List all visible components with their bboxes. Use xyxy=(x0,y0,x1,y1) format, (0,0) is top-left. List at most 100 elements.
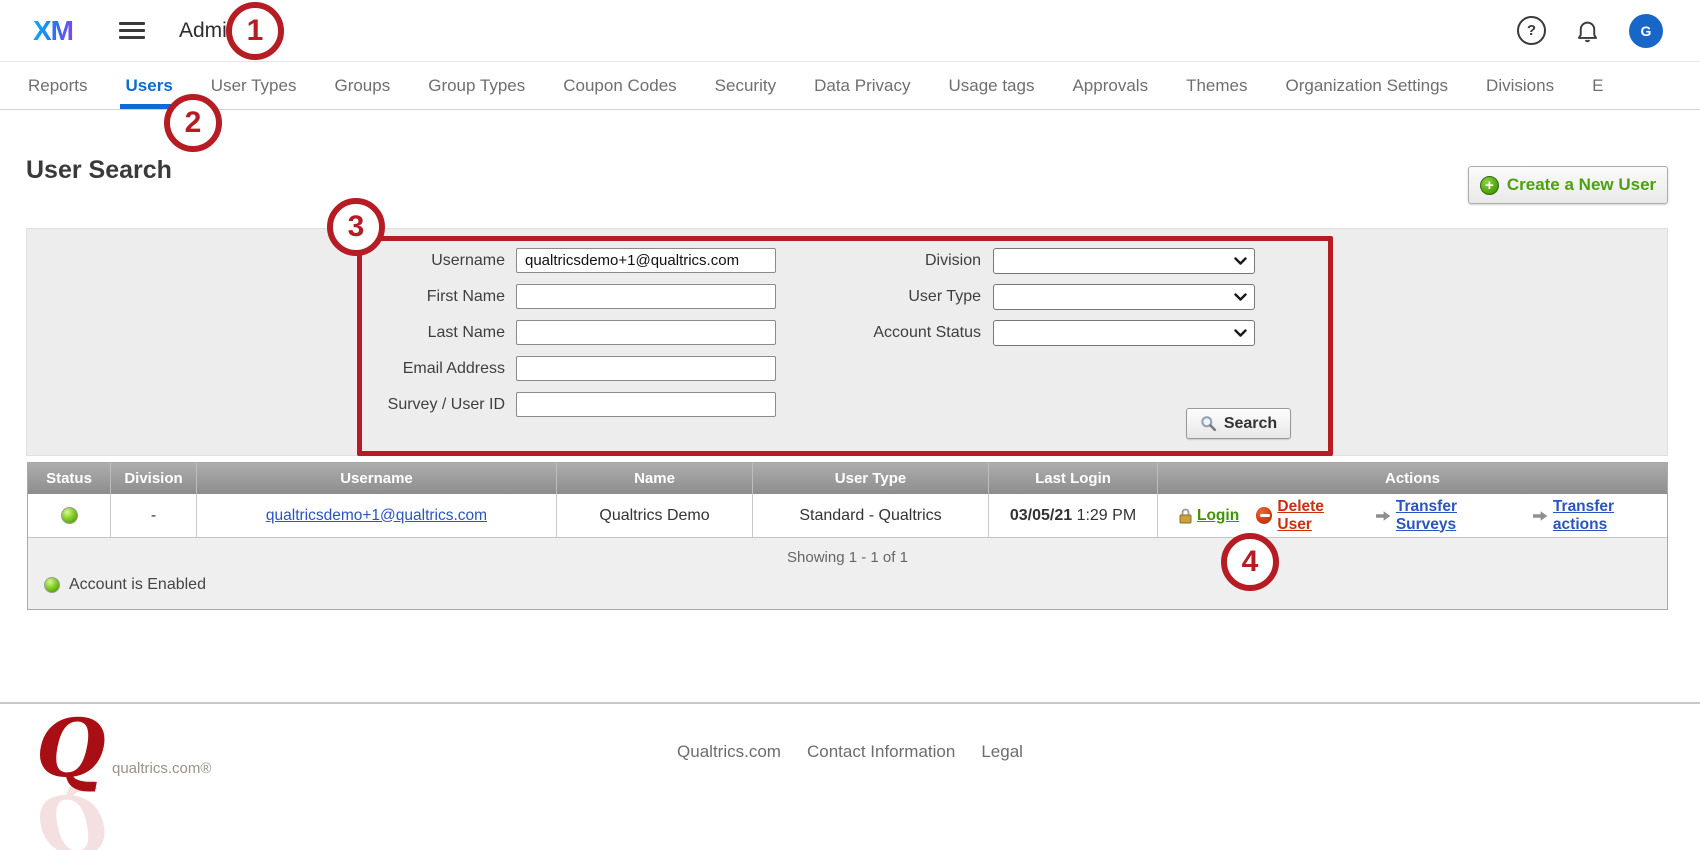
search-button-label: Search xyxy=(1224,415,1277,433)
division-cell: - xyxy=(111,494,197,537)
hamburger-menu-icon[interactable] xyxy=(119,22,145,39)
division-select[interactable] xyxy=(993,248,1255,274)
table-header-row: Status Division Username Name User Type … xyxy=(28,463,1667,494)
table-row: - qualtricsdemo+1@qualtrics.com Qualtric… xyxy=(28,494,1667,538)
showing-count: Showing 1 - 1 of 1 xyxy=(28,549,1667,566)
qualtrics-logo-text: qualtrics.com® xyxy=(112,760,211,777)
annotation-circle-2: 2 xyxy=(164,94,222,152)
transfer-actions-action[interactable]: Transfer actions xyxy=(1533,498,1667,534)
account-enabled-legend-icon xyxy=(44,577,60,593)
tab-users[interactable]: Users xyxy=(126,62,173,109)
tab-user-types[interactable]: User Types xyxy=(211,62,297,109)
column-header-user-type: User Type xyxy=(753,463,989,494)
tab-group-types[interactable]: Group Types xyxy=(428,62,525,109)
transfer-surveys-action[interactable]: Transfer Surveys xyxy=(1376,498,1516,534)
arrow-right-icon xyxy=(1376,510,1391,522)
footer-link-qualtrics[interactable]: Qualtrics.com xyxy=(677,742,781,762)
delete-user-link[interactable]: Delete User xyxy=(1277,498,1358,534)
user-type-cell: Standard - Qualtrics xyxy=(753,494,989,537)
name-cell: Qualtrics Demo xyxy=(557,494,753,537)
site-footer: Q Q qualtrics.com® Qualtrics.com Contact… xyxy=(0,702,1700,850)
qualtrics-logo-reflection: Q xyxy=(36,784,106,850)
column-header-name: Name xyxy=(557,463,753,494)
column-header-last-login: Last Login xyxy=(989,463,1158,494)
first-name-label: First Name xyxy=(27,288,505,306)
admin-user-search-page: XM Admin ? G Reports Users User Types Gr… xyxy=(0,0,1700,850)
annotation-circle-1: 1 xyxy=(226,2,284,60)
account-enabled-status-icon xyxy=(61,507,78,524)
user-results-table: Status Division Username Name User Type … xyxy=(27,462,1668,610)
tab-truncated[interactable]: E xyxy=(1592,62,1603,109)
table-footer: Showing 1 - 1 of 1 Account is Enabled xyxy=(28,538,1667,609)
username-label: Username xyxy=(27,252,505,270)
tab-divisions[interactable]: Divisions xyxy=(1486,62,1554,109)
user-search-panel: Username First Name Last Name Email Addr… xyxy=(26,228,1668,456)
footer-links: Qualtrics.com Contact Information Legal xyxy=(0,742,1700,762)
username-input[interactable] xyxy=(516,248,776,273)
minus-circle-icon xyxy=(1256,507,1272,524)
email-address-input[interactable] xyxy=(516,356,776,381)
last-name-label: Last Name xyxy=(27,324,505,342)
last-name-input[interactable] xyxy=(516,320,776,345)
admin-nav-tabs: Reports Users User Types Groups Group Ty… xyxy=(0,62,1700,110)
last-login-cell: 03/05/21 1:29 PM xyxy=(989,494,1158,537)
xm-logo[interactable]: XM xyxy=(33,15,73,47)
last-login-time: 1:29 PM xyxy=(1077,507,1137,525)
first-name-input[interactable] xyxy=(516,284,776,309)
chevron-down-icon xyxy=(1234,256,1247,266)
tab-coupon-codes[interactable]: Coupon Codes xyxy=(563,62,676,109)
padlock-icon xyxy=(1179,508,1192,524)
arrow-right-icon xyxy=(1533,510,1548,522)
division-label: Division xyxy=(781,252,981,270)
column-header-username: Username xyxy=(197,463,557,494)
annotation-circle-4: 4 xyxy=(1221,533,1279,591)
chevron-down-icon xyxy=(1234,292,1247,302)
tab-usage-tags[interactable]: Usage tags xyxy=(948,62,1034,109)
account-status-label: Account Status xyxy=(781,324,981,342)
status-legend-label: Account is Enabled xyxy=(69,576,206,594)
login-action[interactable]: Login xyxy=(1179,507,1239,525)
annotation-circle-3: 3 xyxy=(327,198,385,256)
user-type-select[interactable] xyxy=(993,284,1255,310)
tab-themes[interactable]: Themes xyxy=(1186,62,1247,109)
email-address-label: Email Address xyxy=(27,360,505,378)
tab-reports[interactable]: Reports xyxy=(28,62,88,109)
column-header-actions: Actions xyxy=(1158,463,1667,494)
login-link[interactable]: Login xyxy=(1197,507,1239,525)
username-cell: qualtricsdemo+1@qualtrics.com xyxy=(197,494,557,537)
account-status-select[interactable] xyxy=(993,320,1255,346)
survey-user-id-input[interactable] xyxy=(516,392,776,417)
page-title: User Search xyxy=(26,156,172,185)
search-form-right-column: Division User Type Account Status xyxy=(781,248,1255,356)
actions-cell: Login Delete User Transfer Surveys Trans… xyxy=(1158,494,1667,537)
survey-user-id-label: Survey / User ID xyxy=(27,396,505,414)
transfer-actions-link[interactable]: Transfer actions xyxy=(1553,498,1667,534)
tab-organization-settings[interactable]: Organization Settings xyxy=(1286,62,1449,109)
delete-user-action[interactable]: Delete User xyxy=(1256,498,1358,534)
help-icon[interactable]: ? xyxy=(1517,16,1546,45)
transfer-surveys-link[interactable]: Transfer Surveys xyxy=(1396,498,1516,534)
magnifier-icon xyxy=(1200,415,1217,432)
search-button[interactable]: Search xyxy=(1186,408,1291,439)
topbar-actions: ? G xyxy=(1517,14,1663,48)
status-cell xyxy=(28,494,111,537)
avatar[interactable]: G xyxy=(1629,14,1663,48)
column-header-status: Status xyxy=(28,463,111,494)
bell-icon[interactable] xyxy=(1574,17,1601,44)
user-type-label: User Type xyxy=(781,288,981,306)
status-legend: Account is Enabled xyxy=(44,576,206,594)
plus-circle-icon: + xyxy=(1480,176,1499,195)
last-login-date: 03/05/21 xyxy=(1010,507,1072,525)
chevron-down-icon xyxy=(1234,328,1247,338)
tab-approvals[interactable]: Approvals xyxy=(1072,62,1148,109)
create-new-user-label: Create a New User xyxy=(1507,175,1656,195)
footer-link-contact[interactable]: Contact Information xyxy=(807,742,955,762)
create-new-user-button[interactable]: + Create a New User xyxy=(1468,166,1668,204)
footer-link-legal[interactable]: Legal xyxy=(981,742,1023,762)
tab-data-privacy[interactable]: Data Privacy xyxy=(814,62,910,109)
column-header-division: Division xyxy=(111,463,197,494)
search-form-left-column: Username First Name Last Name Email Addr… xyxy=(27,248,776,428)
tab-groups[interactable]: Groups xyxy=(334,62,390,109)
tab-security[interactable]: Security xyxy=(715,62,776,109)
username-link[interactable]: qualtricsdemo+1@qualtrics.com xyxy=(266,507,487,525)
